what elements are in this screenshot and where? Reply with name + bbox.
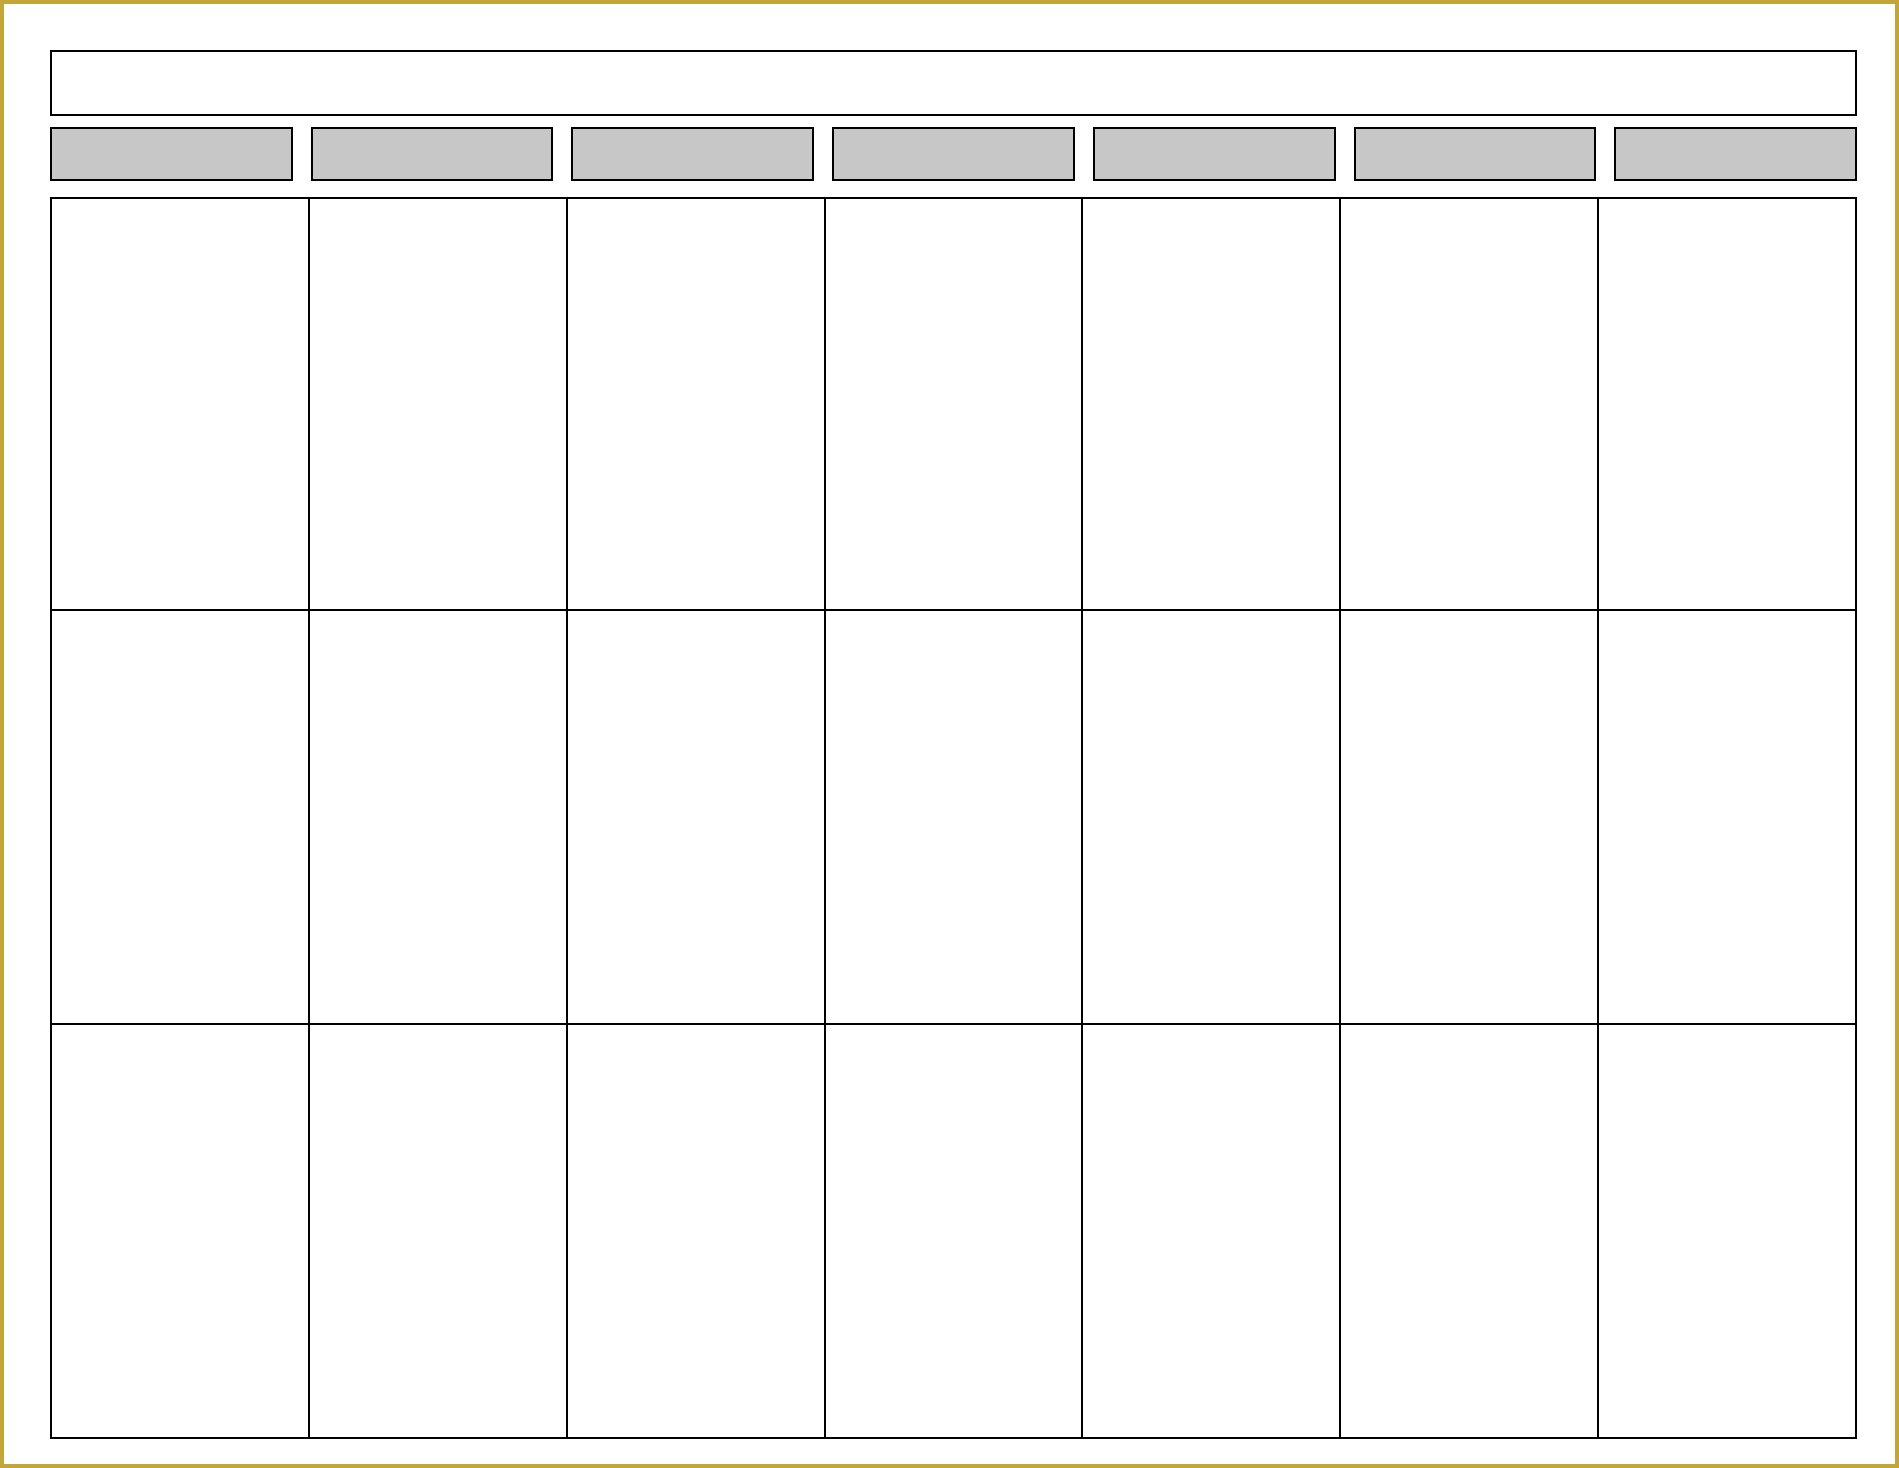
calendar-week-row (50, 197, 1857, 611)
day-header-cell (50, 127, 293, 181)
calendar-day-cell (1341, 1025, 1599, 1439)
day-header-row (50, 127, 1857, 181)
calendar-day-cell (1599, 611, 1857, 1025)
calendar-title-box (50, 50, 1857, 116)
calendar-day-cell (1083, 197, 1341, 611)
calendar-day-cell (1341, 611, 1599, 1025)
calendar-grid (50, 197, 1857, 1439)
calendar-day-cell (310, 611, 568, 1025)
calendar-day-cell (50, 197, 310, 611)
spacer (50, 116, 1857, 127)
day-header-cell (1354, 127, 1597, 181)
calendar-day-cell (310, 197, 568, 611)
calendar-day-cell (568, 611, 826, 1025)
calendar-day-cell (826, 1025, 1084, 1439)
calendar-sheet (50, 50, 1857, 1444)
calendar-day-cell (568, 197, 826, 611)
day-header-cell (832, 127, 1075, 181)
calendar-week-row (50, 1025, 1857, 1439)
calendar-day-cell (50, 1025, 310, 1439)
page-frame (0, 0, 1899, 1468)
calendar-day-cell (50, 611, 310, 1025)
day-header-cell (311, 127, 554, 181)
calendar-week-row (50, 611, 1857, 1025)
day-header-cell (1614, 127, 1857, 181)
calendar-day-cell (310, 1025, 568, 1439)
calendar-day-cell (568, 1025, 826, 1439)
day-header-cell (1093, 127, 1336, 181)
calendar-day-cell (1599, 1025, 1857, 1439)
spacer (50, 181, 1857, 197)
day-header-cell (571, 127, 814, 181)
calendar-day-cell (1599, 197, 1857, 611)
calendar-day-cell (826, 611, 1084, 1025)
calendar-day-cell (1083, 1025, 1341, 1439)
calendar-day-cell (826, 197, 1084, 611)
calendar-day-cell (1083, 611, 1341, 1025)
calendar-day-cell (1341, 197, 1599, 611)
